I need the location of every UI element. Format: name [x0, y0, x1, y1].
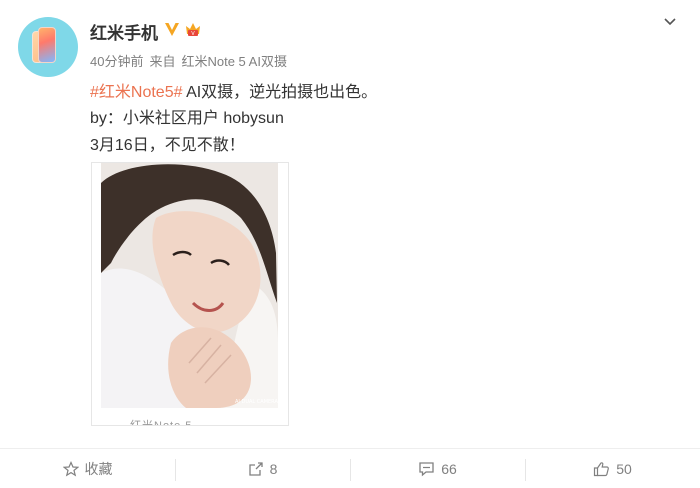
post-text-line-3: 3月16日，不见不散！ [90, 137, 245, 154]
post-image-container[interactable]: AI DUAL CAMERA 红米Note 5 [91, 162, 289, 426]
post-source[interactable]: 红米Note 5 AI双摄 [181, 54, 286, 69]
repost-count: 8 [269, 460, 278, 477]
member-crown-icon[interactable]: V [183, 19, 203, 39]
source-prefix: 来自 [149, 54, 176, 69]
post-text-line-2: by：小米社区用户 hobysun [90, 110, 284, 127]
star-icon [62, 460, 79, 476]
thumb-up-icon [594, 461, 610, 476]
avatar[interactable] [18, 17, 78, 77]
post-text-rest: AI双摄，逆光拍摄也出色。 [182, 84, 378, 101]
portrait-photo: AI DUAL CAMERA [101, 163, 278, 408]
comment-icon [419, 461, 434, 476]
svg-text:V: V [191, 31, 195, 37]
like-count: 50 [616, 460, 632, 477]
comment-button[interactable]: 66 [350, 449, 525, 488]
photo-caption: 红米Note 5 [130, 420, 193, 426]
chevron-down-icon[interactable] [662, 14, 678, 30]
like-button[interactable]: 50 [525, 449, 700, 488]
comment-count: 66 [441, 460, 457, 477]
verified-v-icon [165, 23, 179, 36]
phone-image-front [38, 27, 56, 63]
post-text-line-1: #红米Note5# AI双摄，逆光拍摄也出色。 [90, 78, 377, 102]
collect-label: 收藏 [84, 460, 113, 477]
post-time[interactable]: 40分钟前 [90, 54, 143, 69]
username[interactable]: 红米手机 [90, 19, 158, 44]
share-arrow-icon [248, 461, 263, 476]
svg-text:AI DUAL CAMERA: AI DUAL CAMERA [235, 399, 278, 405]
collect-button[interactable]: 收藏 [0, 449, 175, 488]
repost-button[interactable]: 8 [175, 449, 350, 488]
post-meta: 40分钟前 来自 红米Note 5 AI双摄 [90, 51, 293, 70]
post-image[interactable]: AI DUAL CAMERA [101, 163, 278, 408]
weibo-post-card: 红米手机 V 40分钟前 来自 红米Note 5 AI双摄 #红米Note5# AI… [0, 0, 700, 488]
hashtag-link[interactable]: #红米Note5# [90, 84, 183, 101]
